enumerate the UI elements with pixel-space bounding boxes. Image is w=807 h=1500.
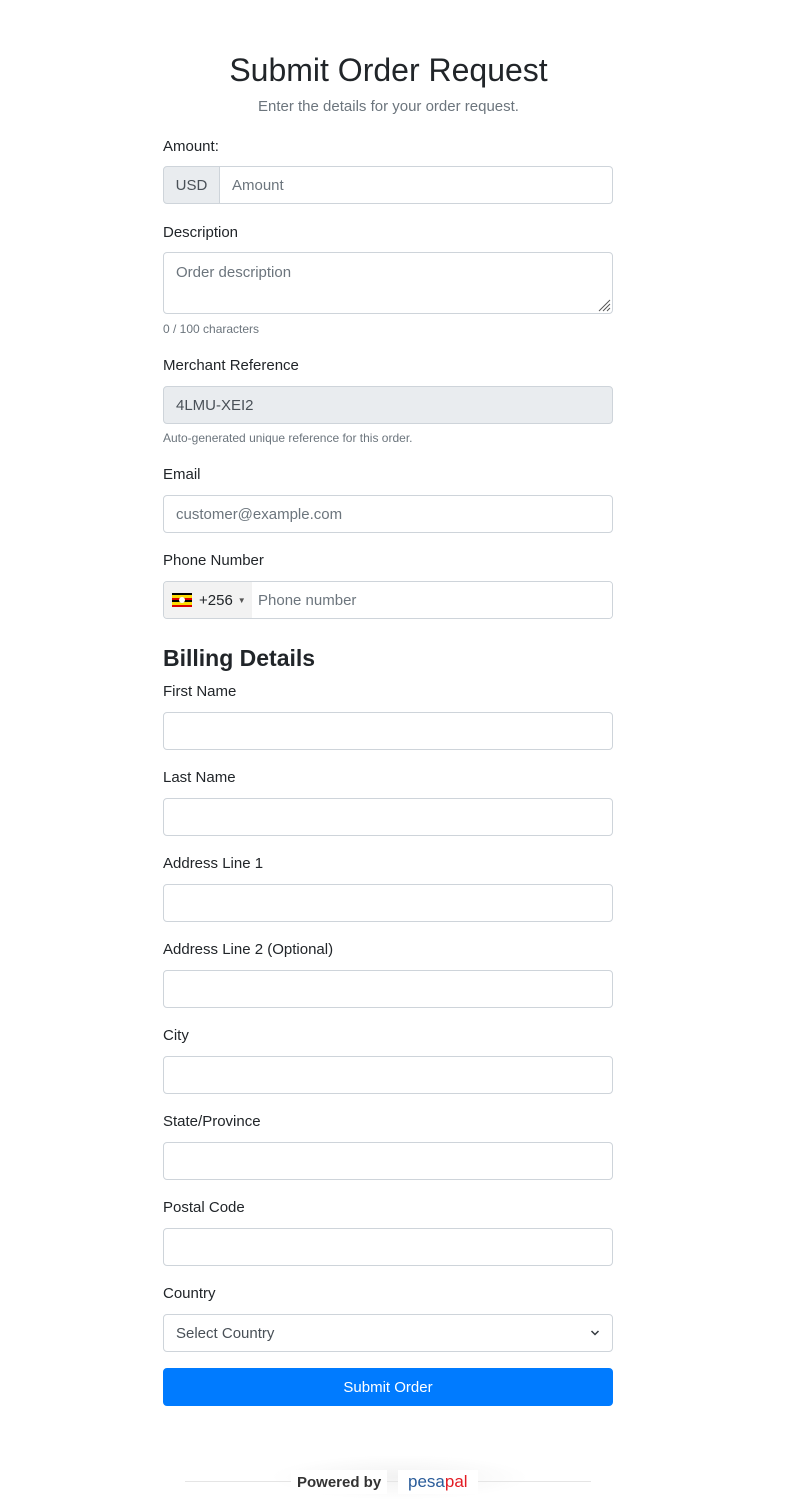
- city-input[interactable]: [163, 1056, 613, 1094]
- uganda-flag-icon: [172, 593, 192, 607]
- pesapal-logo[interactable]: pesa pal: [398, 1470, 478, 1494]
- resize-grip-icon[interactable]: [597, 298, 611, 312]
- dial-code: +256: [199, 591, 233, 609]
- submit-order-button[interactable]: Submit Order: [163, 1368, 613, 1406]
- last-name-input[interactable]: [163, 798, 613, 836]
- merchant-reference-help: Auto-generated unique reference for this…: [163, 431, 413, 445]
- email-label: Email: [163, 466, 201, 483]
- amount-input-group: USD: [163, 166, 613, 204]
- last-name-label: Last Name: [163, 769, 236, 786]
- address-line2-input[interactable]: [163, 970, 613, 1008]
- phone-label: Phone Number: [163, 552, 264, 569]
- merchant-reference-label: Merchant Reference: [163, 357, 299, 374]
- merchant-reference-input: [163, 386, 613, 424]
- state-input[interactable]: [163, 1142, 613, 1180]
- country-label: Country: [163, 1285, 216, 1302]
- page-subtitle: Enter the details for your order request…: [258, 98, 519, 115]
- billing-section-title: Billing Details: [163, 645, 316, 671]
- brand-suffix: pal: [444, 1472, 468, 1491]
- address-line1-label: Address Line 1: [163, 855, 264, 872]
- postal-code-label: Postal Code: [163, 1199, 245, 1216]
- footer-divider: [185, 1481, 591, 1482]
- phone-input[interactable]: [252, 582, 612, 618]
- state-label: State/Province: [163, 1113, 261, 1130]
- description-char-counter: 0 / 100 characters: [163, 322, 260, 336]
- order-request-page: Submit Order Request Enter the details f…: [0, 0, 807, 1500]
- first-name-input[interactable]: [163, 712, 613, 750]
- country-select[interactable]: Select Country: [163, 1314, 613, 1352]
- powered-by-text: Powered by: [291, 1470, 388, 1494]
- city-label: City: [163, 1027, 189, 1044]
- country-code-picker[interactable]: +256 ▼: [164, 582, 252, 618]
- amount-input[interactable]: [220, 166, 613, 204]
- description-label: Description: [163, 224, 239, 241]
- description-textarea[interactable]: [163, 252, 613, 314]
- postal-code-input[interactable]: [163, 1228, 613, 1266]
- page-title: Submit Order Request: [229, 52, 548, 88]
- phone-input-group: +256 ▼: [163, 581, 613, 619]
- brand-prefix: pesa: [408, 1472, 445, 1491]
- country-select-value: Select Country: [176, 1324, 275, 1342]
- address-line2-label: Address Line 2 (Optional): [163, 941, 334, 958]
- amount-label: Amount:: [163, 138, 219, 155]
- currency-addon: USD: [163, 166, 220, 204]
- chevron-down-icon: [590, 1330, 600, 1336]
- email-input[interactable]: [163, 495, 613, 533]
- first-name-label: First Name: [163, 683, 237, 700]
- address-line1-input[interactable]: [163, 884, 613, 922]
- caret-down-icon: ▼: [237, 595, 246, 605]
